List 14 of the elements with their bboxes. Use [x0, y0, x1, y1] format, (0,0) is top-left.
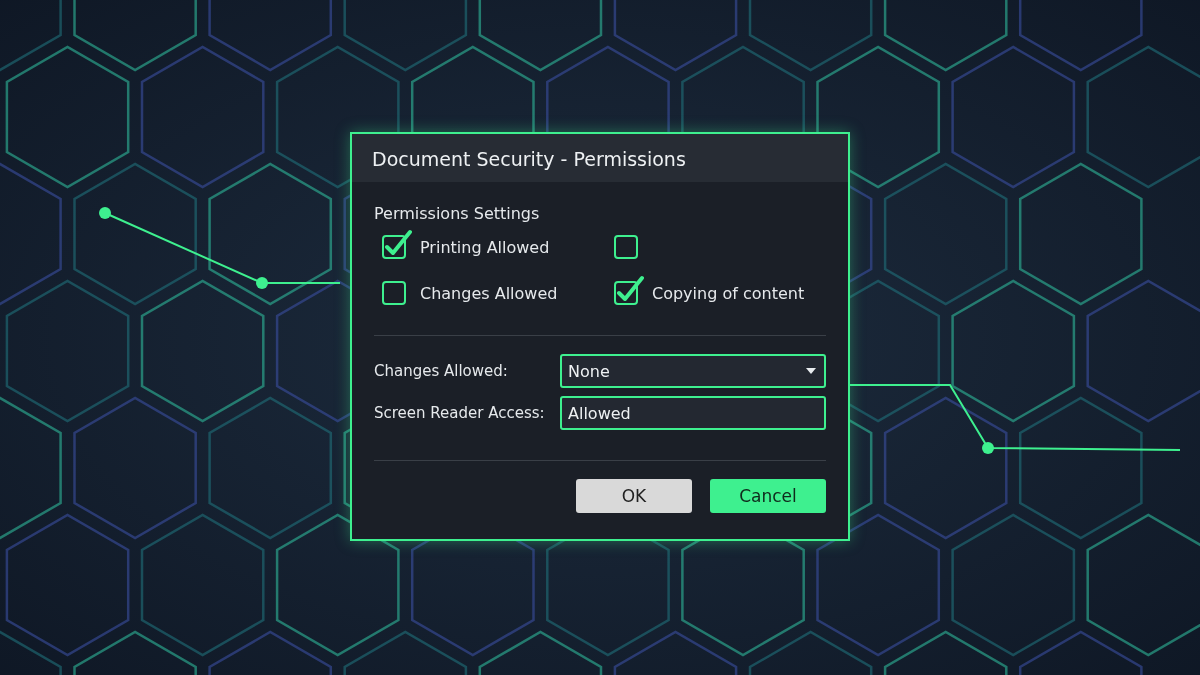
checkbox-label: Copying of content	[652, 283, 805, 303]
field-label: Changes Allowed:	[374, 362, 509, 380]
ok-button[interactable]: OK	[576, 479, 692, 513]
cancel-button[interactable]: Cancel	[710, 479, 826, 513]
checkbox-label: Printing Allowed	[420, 237, 550, 257]
field-label: Screen Reader Access:	[374, 404, 546, 422]
checkbox[interactable]	[382, 229, 412, 259]
checkbox[interactable]	[614, 275, 644, 305]
checkbox-label: Changes Allowed	[420, 283, 558, 303]
caret-icon	[806, 368, 816, 374]
window-title: Document Security - Permissions	[372, 148, 686, 170]
section-title: Permissions Settings	[374, 204, 541, 223]
dropdown-field[interactable]: None	[560, 354, 826, 388]
text-field[interactable]: Allowed	[560, 396, 826, 430]
